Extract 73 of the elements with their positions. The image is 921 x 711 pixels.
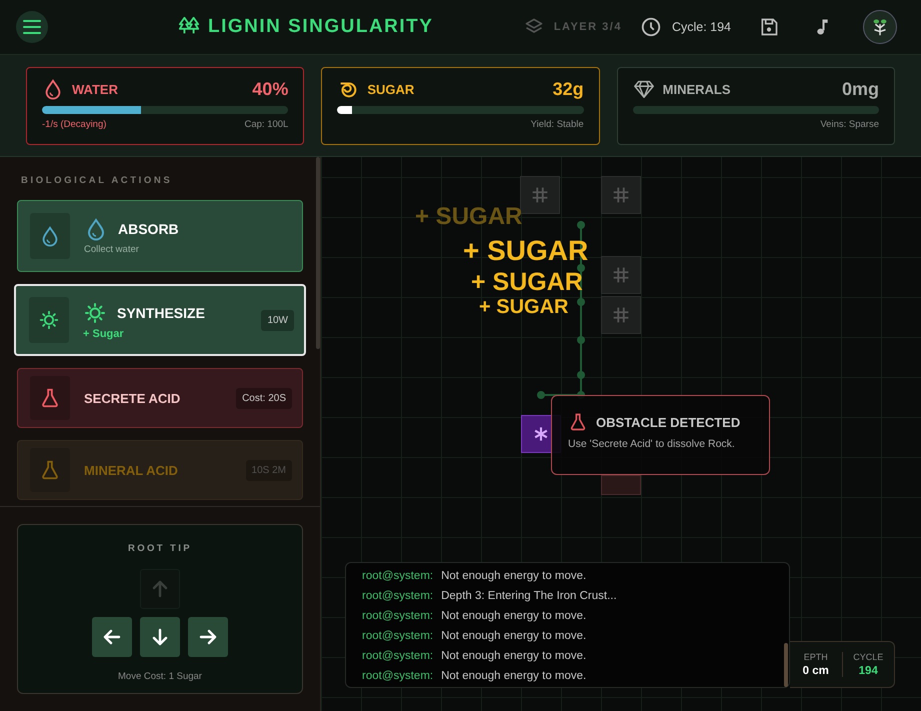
log-message: Depth 3: Entering The Iron Crust... <box>441 589 617 604</box>
clock-icon <box>640 16 662 38</box>
resource-name: MINERALS <box>662 82 731 96</box>
sugar-popup: + SUGAR <box>463 237 588 265</box>
cost-label: 10W <box>261 310 294 330</box>
tooltip-title: OBSTACLE DETECTED <box>596 414 740 430</box>
move-down-button[interactable] <box>140 617 180 657</box>
action-title: SECRETE ACID <box>84 390 180 406</box>
sun-icon <box>38 309 60 331</box>
rate-label: -1/s (Decaying) <box>42 119 106 130</box>
save-button[interactable] <box>759 17 779 37</box>
log-user: root@system: <box>362 629 434 644</box>
scrollbar[interactable] <box>784 643 788 687</box>
rock-tile <box>601 475 641 495</box>
avatar[interactable] <box>863 10 897 44</box>
stat-label: CYCLE <box>853 652 884 662</box>
log-message: Not enough energy to move. <box>441 609 586 624</box>
log-user: root@system: <box>362 569 434 584</box>
action-title: MINERAL ACID <box>84 462 178 478</box>
move-left-button[interactable] <box>92 617 132 657</box>
flask-icon <box>39 387 61 409</box>
move-cost: Move Cost: 1 Sugar <box>118 671 202 682</box>
arrow-right-icon <box>198 627 218 647</box>
resource-value: 0mg <box>842 78 879 100</box>
flask-icon <box>568 412 588 432</box>
tooltip-text: Use 'Secrete Acid' to dissolve Rock. <box>568 438 736 450</box>
sugar-popup: + SUGAR <box>479 297 568 317</box>
sugar-popup: + SUGAR <box>415 205 522 229</box>
menu-icon <box>23 20 41 34</box>
menu-button[interactable] <box>16 11 48 43</box>
arrow-down-icon <box>150 627 170 647</box>
resource-value: 32g <box>552 78 584 100</box>
move-right-button[interactable] <box>188 617 228 657</box>
action-card[interactable]: SECRETE ACID Cost: 20S <box>17 368 303 428</box>
log-user: root@system: <box>362 589 434 604</box>
resource-name: SUGAR <box>367 82 414 96</box>
sugar-popup: + SUGAR <box>471 270 583 295</box>
resource-note: Yield: Stable <box>530 119 584 130</box>
resource-note: Cap: 100L <box>244 119 288 130</box>
log-message: Not enough energy to move. <box>441 569 586 584</box>
log-user: root@system: <box>362 669 434 684</box>
game-map[interactable] <box>321 157 921 711</box>
action-title: ABSORB <box>118 221 179 237</box>
action-title: SYNTHESIZE <box>117 304 205 320</box>
cycle-counter: Cycle: 194 <box>672 20 731 34</box>
cost-label: 10S 2M <box>246 460 292 480</box>
log-user: root@system: <box>362 649 434 664</box>
sun-icon <box>83 300 107 324</box>
section-heading: BIOLOGICAL ACTIONS <box>21 175 174 186</box>
log-message: Not enough energy to move. <box>441 669 586 684</box>
log-message: Not enough energy to move. <box>441 629 586 644</box>
arrow-left-icon <box>102 627 122 647</box>
log-user: root@system: <box>362 609 434 624</box>
stat-value: 0 cm <box>802 665 829 677</box>
diamond-icon <box>632 78 655 100</box>
layer-indicator: LAYER 3/4 <box>554 21 622 33</box>
resource-name: WATER <box>72 82 118 96</box>
resource-note: Veins: Sparse <box>820 119 879 130</box>
scrollbar[interactable] <box>316 157 320 349</box>
flask-icon <box>39 459 61 481</box>
app-title: LIGNIN SINGULARITY <box>208 16 434 38</box>
action-subtitle: Collect water <box>84 244 140 255</box>
cost-label: Cost: 20S <box>236 388 292 408</box>
panel-title: ROOT TIP <box>128 543 192 554</box>
action-card[interactable]: SYNTHESIZE + Sugar 10W <box>14 284 306 356</box>
stat-label: EPTH <box>804 652 828 662</box>
action-subtitle: + Sugar <box>83 328 125 340</box>
arrow-up-icon <box>150 579 170 599</box>
resource-value: 40% <box>252 78 288 100</box>
log-message: Not enough energy to move. <box>441 649 586 664</box>
floppy-disk-icon <box>759 17 779 37</box>
action-card[interactable]: ABSORB Collect water <box>17 200 303 272</box>
stat-value: 194 <box>858 665 878 677</box>
